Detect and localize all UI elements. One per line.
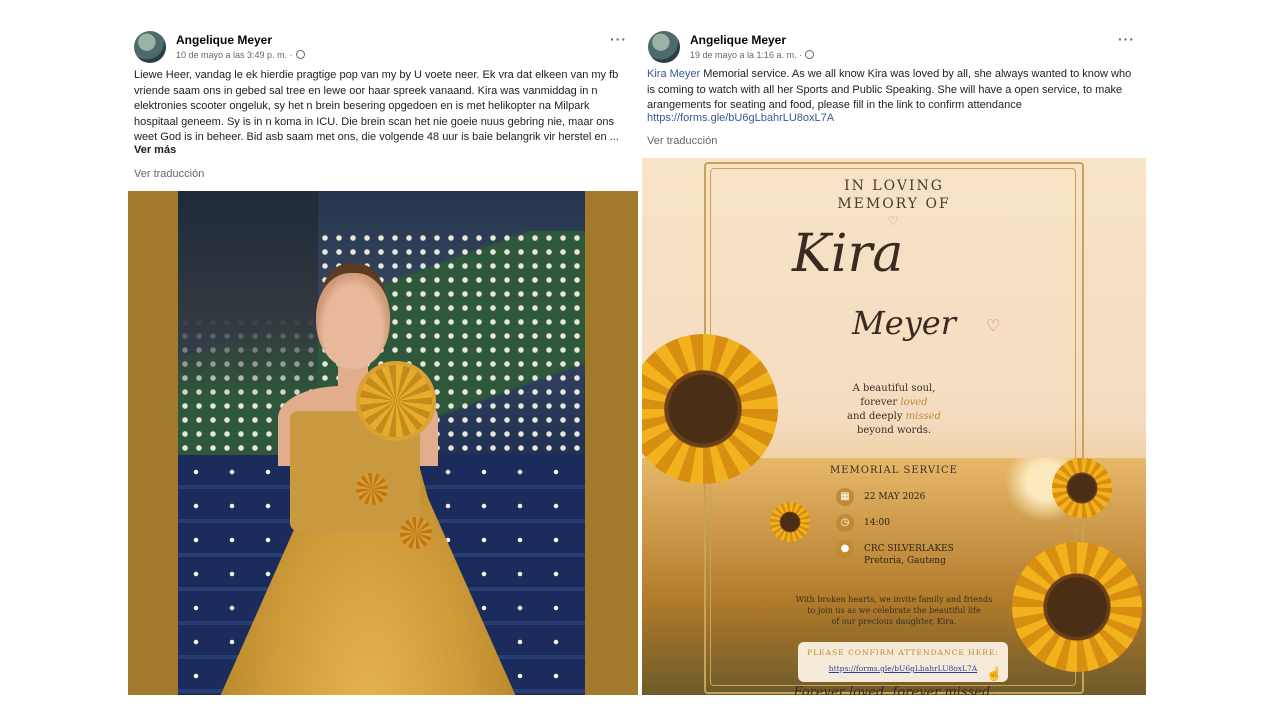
post-body: Memorial service. As we all know Kira wa… xyxy=(647,68,1132,111)
see-more-button[interactable]: Ver más xyxy=(134,144,176,156)
last-name: Meyer xyxy=(852,304,957,342)
tribute-accent: missed xyxy=(905,411,941,422)
photo-image xyxy=(178,191,585,695)
date-text: 22 MAY 2026 xyxy=(864,492,926,502)
invite-line1: With broken hearts, we invite family and… xyxy=(795,595,993,604)
globe-icon xyxy=(295,50,305,59)
tribute-text: and deeply xyxy=(847,411,906,422)
heading-line2: MEMORY OF xyxy=(837,196,951,212)
post-timestamp[interactable]: 10 de mayo a las 3:49 p. m. · xyxy=(176,50,305,60)
memorial-poster[interactable]: IN LOVING MEMORY OF ♡ Kira Meyer ♡ A bea… xyxy=(642,158,1146,695)
location-pin-icon: ● xyxy=(836,540,854,558)
tribute-text: forever xyxy=(860,397,901,408)
post-photo[interactable] xyxy=(128,191,638,695)
first-name: Kira xyxy=(792,224,904,284)
heart-icon: ♡ xyxy=(986,318,1001,335)
venue-city: Pretoria, Gauteng xyxy=(864,556,946,566)
form-link[interactable]: https://forms.gle/bU6gLbahrLU8oxL7A xyxy=(647,111,834,127)
post-timestamp[interactable]: 19 de mayo a la 1:16 a. m. · xyxy=(690,50,815,60)
left-post: Angelique Meyer 10 de mayo a las 3:49 p.… xyxy=(128,22,638,695)
right-post: Angelique Meyer 19 de mayo a la 1:16 a. … xyxy=(642,22,1146,695)
invite-line3: of our precious daughter, Kira. xyxy=(831,617,957,626)
timestamp-text[interactable]: 19 de mayo a la 1:16 a. m. · xyxy=(690,50,802,60)
calendar-icon: ▦ xyxy=(836,488,854,506)
tribute-accent: loved xyxy=(900,397,928,408)
more-options-icon[interactable]: ··· xyxy=(1118,31,1135,47)
invite-line2: to join us as we celebrate the beautiful… xyxy=(807,606,981,615)
tribute-line4: beyond words. xyxy=(856,425,932,436)
post-header: Angelique Meyer 19 de mayo a la 1:16 a. … xyxy=(648,31,1152,67)
flower-shoulder-ornament xyxy=(356,361,436,441)
tribute-line3: and deeply missed xyxy=(642,410,1146,424)
service-time: ◷ 14:00 xyxy=(836,514,890,532)
heading-line1: IN LOVING xyxy=(844,178,944,194)
venue-text: CRC SILVERLAKES xyxy=(864,544,954,554)
tribute-line1: A beautiful soul, xyxy=(852,383,936,394)
confirm-label: PLEASE CONFIRM ATTENDANCE HERE: xyxy=(807,648,999,657)
confirm-attendance-box: PLEASE CONFIRM ATTENDANCE HERE: https://… xyxy=(798,642,1008,682)
post-text: Liewe Heer, vandag le ek hierdie pragtig… xyxy=(134,69,619,143)
timestamp-text[interactable]: 10 de mayo a las 3:49 p. m. · xyxy=(176,50,293,60)
time-text: 14:00 xyxy=(864,518,890,528)
avatar[interactable] xyxy=(134,31,166,63)
mention-link[interactable]: Kira Meyer xyxy=(647,68,700,80)
girl-face xyxy=(316,273,390,369)
flower-ornament xyxy=(356,473,388,505)
crowd-background xyxy=(178,191,318,401)
author-name[interactable]: Angelique Meyer xyxy=(176,33,272,47)
author-name[interactable]: Angelique Meyer xyxy=(690,33,786,47)
post-header: Angelique Meyer 10 de mayo a las 3:49 p.… xyxy=(134,31,644,67)
service-date: ▦ 22 MAY 2026 xyxy=(836,488,926,506)
flower-ornament xyxy=(400,517,432,549)
sunflower-small xyxy=(770,502,810,542)
see-translation-link[interactable]: Ver traducción xyxy=(134,168,204,180)
see-translation-link[interactable]: Ver traducción xyxy=(647,135,717,147)
service-venue: ● CRC SILVERLAKES xyxy=(836,540,954,558)
post-text: Kira Meyer Memorial service. As we all k… xyxy=(647,67,1142,114)
tribute-line2: forever loved xyxy=(642,396,1146,410)
avatar[interactable] xyxy=(648,31,680,63)
more-options-icon[interactable]: ··· xyxy=(610,31,627,47)
pointer-cursor-icon: ☝ xyxy=(986,666,1003,681)
confirm-attendance-link[interactable]: https://forms.gle/bU6gLbahrLU8oxL7A xyxy=(798,664,1008,673)
clock-icon: ◷ xyxy=(836,514,854,532)
globe-icon xyxy=(805,50,815,59)
poster-footer: Forever loved, forever missed. xyxy=(793,685,995,695)
service-title: MEMORIAL SERVICE xyxy=(830,465,958,476)
